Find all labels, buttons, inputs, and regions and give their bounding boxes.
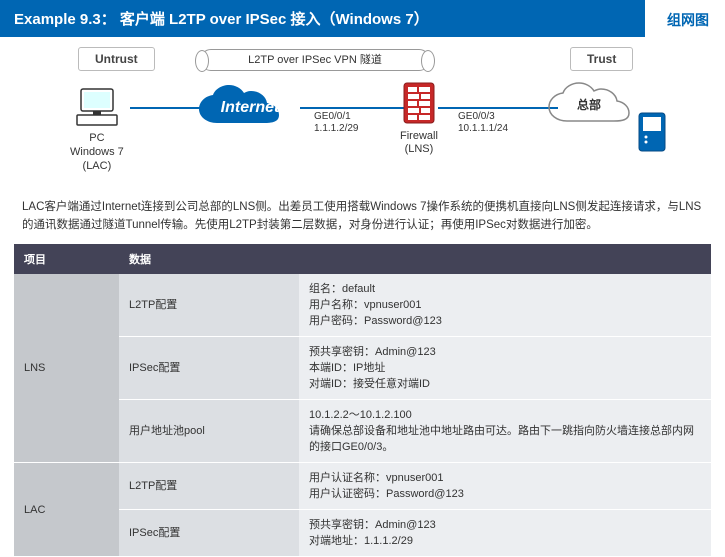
zone-trust: Trust (570, 47, 633, 71)
network-diagram: Untrust Trust L2TP over IPSec VPN 隧道 PCW… (0, 37, 725, 192)
internet-label: Internet (195, 85, 305, 131)
sub-cell: 用户地址池pool (119, 400, 299, 463)
col-item: 项目 (14, 244, 119, 274)
link-line (300, 107, 405, 109)
description-text: LAC客户端通过Internet连接到公司总部的LNS侧。出差员工使用搭载Win… (0, 192, 725, 244)
zone-untrust: Untrust (78, 47, 155, 71)
hq-label: 总部 (577, 96, 601, 113)
hq-node: 总部 (545, 79, 675, 154)
col-data: 数据 (119, 244, 711, 274)
val-cell: 10.1.2.2～10.1.2.100请确保总部设备和地址池中地址路由可达。路由… (299, 400, 711, 463)
sub-cell: L2TP配置 (119, 463, 299, 510)
link-line (130, 107, 200, 109)
sub-cell: L2TP配置 (119, 274, 299, 337)
sub-cell: IPSec配置 (119, 337, 299, 400)
internet-cloud: Internet (195, 85, 305, 131)
cat-lac: LAC (14, 463, 119, 557)
firewall-label: Firewall(LNS) (400, 130, 438, 156)
config-table: 项目数据 LNSL2TP配置组名：default用户名称：vpnuser001用… (14, 244, 711, 557)
pc-icon (75, 87, 119, 127)
cat-lns: LNS (14, 274, 119, 463)
firewall-icon (402, 81, 436, 125)
val-cell: 预共享密钥：Admin@123本端ID：IP地址对端ID：接受任意对端ID (299, 337, 711, 400)
header-row: Example 9.3： 客户端 L2TP over IPSec 接入（Wind… (0, 0, 725, 37)
firewall-node: Firewall(LNS) (400, 81, 438, 156)
val-cell: 组名：default用户名称：vpnuser001用户密码：Password@1… (299, 274, 711, 337)
sub-cell: IPSec配置 (119, 510, 299, 557)
pc-node: PCWindows 7(LAC) (70, 87, 124, 173)
vpn-tunnel-label: L2TP over IPSec VPN 隧道 (200, 49, 430, 71)
pc-label: PCWindows 7(LAC) (70, 131, 124, 173)
val-cell: 用户认证名称：vpnuser001用户认证密码：Password@123 (299, 463, 711, 510)
val-cell: 预共享密钥：Admin@123对端地址：1.1.1.2/29 (299, 510, 711, 557)
example-title: Example 9.3： 客户端 L2TP over IPSec 接入（Wind… (0, 0, 645, 37)
interface-2: GE0/0/310.1.1.1/24 (458, 111, 508, 135)
interface-1: GE0/0/11.1.1.2/29 (314, 111, 358, 135)
corner-label: 组网图 (667, 10, 709, 30)
link-line (438, 107, 558, 109)
server-icon (637, 111, 667, 153)
